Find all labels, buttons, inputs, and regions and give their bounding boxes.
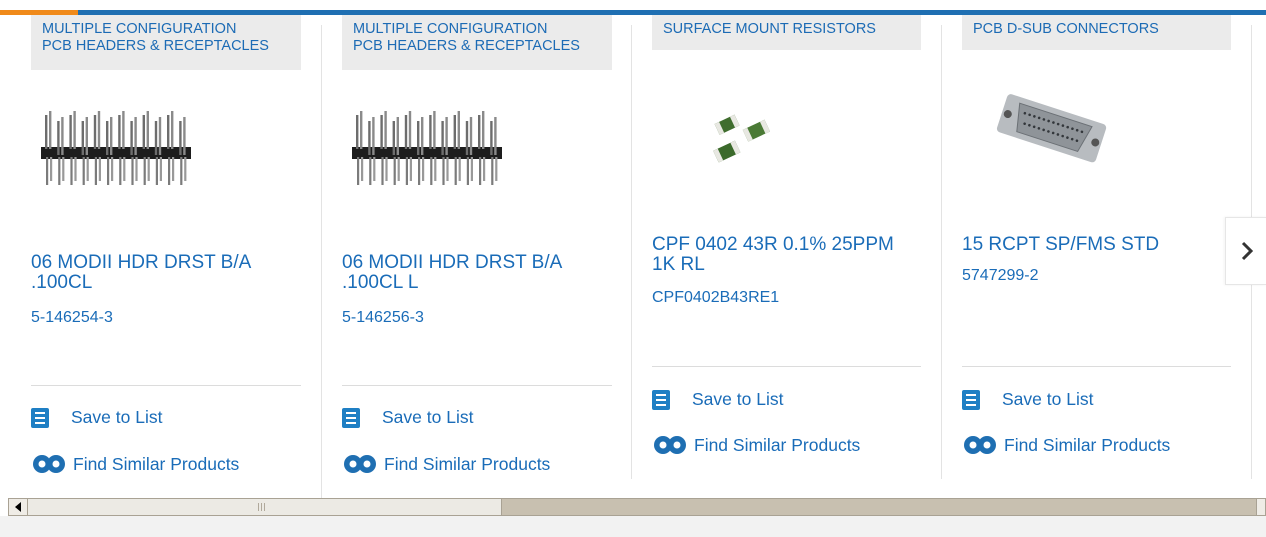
gears-icon xyxy=(654,436,686,454)
find-similar-button[interactable]: Find Similar Products xyxy=(342,452,550,476)
scroll-right-button[interactable] xyxy=(1256,499,1265,515)
gears-icon xyxy=(33,455,65,473)
save-to-list-label: Save to List xyxy=(1002,389,1094,409)
checklist-icon xyxy=(342,407,360,428)
gears-icon xyxy=(344,455,376,473)
part-number[interactable]: 5747299-2 xyxy=(962,267,1039,285)
gears-icon xyxy=(964,436,996,454)
find-similar-button[interactable]: Find Similar Products xyxy=(31,452,239,476)
save-to-list-label: Save to List xyxy=(71,407,163,427)
scrollbar-grip xyxy=(258,503,266,511)
card-separator xyxy=(342,385,612,386)
card-separator xyxy=(31,385,301,386)
chevron-right-icon xyxy=(1241,241,1253,261)
checklist-icon xyxy=(652,389,670,410)
product-name[interactable]: 06 MODII HDR DRST B/A .100CL xyxy=(31,253,301,293)
find-similar-label: Find Similar Products xyxy=(694,434,861,455)
card-separator xyxy=(652,366,921,367)
scrollbar-thumb[interactable] xyxy=(28,499,502,515)
part-number[interactable]: CPF0402B43RE1 xyxy=(652,289,779,307)
product-card: MULTIPLE CONFIGURATION PCB HEADERS & REC… xyxy=(31,15,301,489)
save-to-list-label: Save to List xyxy=(692,389,784,409)
product-carousel: MULTIPLE CONFIGURATION PCB HEADERS & REC… xyxy=(0,15,1266,499)
card-divider xyxy=(631,25,632,479)
find-similar-label: Find Similar Products xyxy=(1004,434,1171,455)
bottom-strip xyxy=(0,516,1266,537)
triangle-left-icon xyxy=(15,502,21,512)
category-label[interactable]: MULTIPLE CONFIGURATION PCB HEADERS & REC… xyxy=(31,15,301,70)
card-divider xyxy=(321,25,322,499)
find-similar-label: Find Similar Products xyxy=(384,453,551,474)
scroll-left-button[interactable] xyxy=(9,499,28,515)
dsub-connector-image[interactable] xyxy=(990,88,1110,178)
product-name[interactable]: CPF 0402 43R 0.1% 25PPM 1K RL xyxy=(652,235,921,275)
part-number[interactable]: 5-146256-3 xyxy=(342,309,424,327)
pin-header-image[interactable] xyxy=(350,107,510,197)
smd-resistor-image[interactable] xyxy=(707,107,787,167)
product-card: MULTIPLE CONFIGURATION PCB HEADERS & REC… xyxy=(342,15,612,489)
product-name[interactable]: 15 RCPT SP/FMS STD xyxy=(962,235,1231,255)
product-card: PCB D-SUB CONNECTORS 15 RCPT SP/FMS STD … xyxy=(962,15,1231,489)
category-label[interactable]: PCB D-SUB CONNECTORS xyxy=(962,15,1231,50)
category-label[interactable]: MULTIPLE CONFIGURATION PCB HEADERS & REC… xyxy=(342,15,612,70)
category-label[interactable]: SURFACE MOUNT RESISTORS xyxy=(652,15,921,50)
save-to-list-label: Save to List xyxy=(382,407,474,427)
save-to-list-button[interactable]: Save to List xyxy=(962,389,1093,410)
pin-header-image[interactable] xyxy=(39,107,199,197)
checklist-icon xyxy=(962,389,980,410)
find-similar-label: Find Similar Products xyxy=(73,453,240,474)
part-number[interactable]: 5-146254-3 xyxy=(31,309,113,327)
product-card: SURFACE MOUNT RESISTORS CPF 0402 43R 0.1… xyxy=(652,15,921,489)
carousel-next-button[interactable] xyxy=(1225,217,1266,285)
find-similar-button[interactable]: Find Similar Products xyxy=(652,433,860,457)
card-divider xyxy=(941,25,942,479)
card-separator xyxy=(962,366,1231,367)
product-name[interactable]: 06 MODII HDR DRST B/A .100CL L xyxy=(342,253,612,293)
save-to-list-button[interactable]: Save to List xyxy=(652,389,783,410)
save-to-list-button[interactable]: Save to List xyxy=(342,407,473,428)
save-to-list-button[interactable]: Save to List xyxy=(31,407,162,428)
horizontal-scrollbar[interactable] xyxy=(8,498,1266,516)
checklist-icon xyxy=(31,407,49,428)
find-similar-button[interactable]: Find Similar Products xyxy=(962,433,1170,457)
